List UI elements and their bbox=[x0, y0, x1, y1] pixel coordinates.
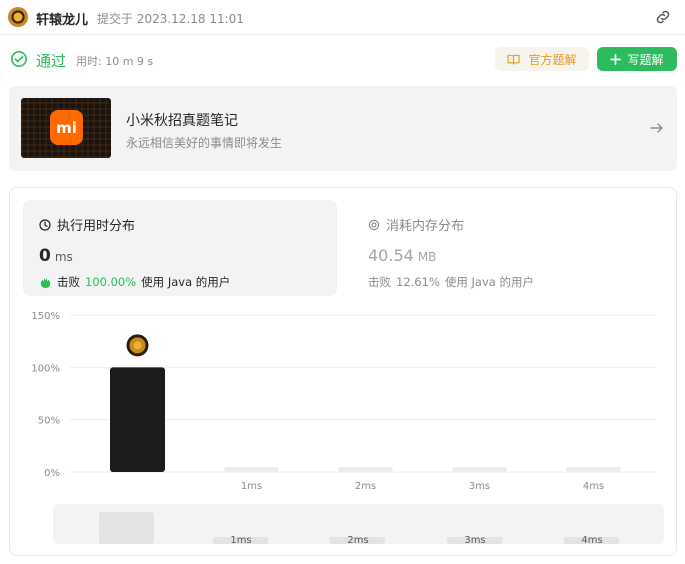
submission-header: 轩辕龙儿 提交于 2023.12.18 11:01 bbox=[0, 0, 685, 35]
navigator-label: 4ms bbox=[581, 535, 602, 546]
chart-bar bbox=[452, 467, 507, 472]
banner-title: 小米秋招真题笔记 bbox=[126, 113, 238, 129]
write-solution-button[interactable]: 写题解 bbox=[597, 47, 677, 71]
x-tick-label: 3ms bbox=[469, 481, 490, 492]
y-tick-label: 50% bbox=[38, 416, 60, 427]
chart-bar bbox=[566, 467, 621, 472]
duration-label: 用时: 10 m 9 s bbox=[76, 55, 154, 68]
avatar[interactable] bbox=[8, 7, 28, 27]
x-tick-label: 4ms bbox=[583, 481, 604, 492]
y-tick-label: 0% bbox=[44, 468, 60, 479]
navigator-label: 1ms bbox=[230, 535, 251, 546]
submission-time: 提交于 2023.12.18 11:01 bbox=[97, 12, 244, 26]
x-tick-label: 1ms bbox=[241, 481, 262, 492]
navigator-label: 2ms bbox=[347, 535, 368, 546]
chart-bar bbox=[338, 467, 393, 472]
verdict-label: 通过 bbox=[36, 52, 67, 70]
navigator-bar bbox=[99, 512, 154, 544]
y-tick-label: 100% bbox=[31, 363, 60, 374]
banner-image: mi bbox=[21, 98, 111, 158]
x-tick-label: 2ms bbox=[355, 481, 376, 492]
plus-icon bbox=[610, 53, 622, 65]
banner-subtitle: 永远相信美好的事情即将发生 bbox=[126, 136, 283, 150]
runtime-distribution-chart[interactable]: 0% 50% 100% 150% 1ms 2ms 3ms 4ms 1ms 2ms 3ms 4ms bbox=[10, 188, 678, 557]
y-tick-label: 150% bbox=[31, 311, 60, 322]
xiaomi-logo: mi bbox=[50, 110, 83, 145]
official-solution-label: 官方题解 bbox=[528, 52, 577, 67]
write-solution-label: 写题解 bbox=[627, 52, 664, 67]
user-avatar-core bbox=[133, 341, 142, 350]
status-row: 通过 用时: 10 m 9 s 官方题解 写题解 bbox=[0, 44, 685, 74]
distribution-panel: 执行用时分布 0 ms 击败 100.00% 使用 Java 的用户 消耗内存分布… bbox=[9, 187, 677, 556]
official-solution-button[interactable]: 官方题解 bbox=[495, 47, 589, 71]
check-circle-icon bbox=[10, 50, 28, 68]
link-icon[interactable] bbox=[653, 8, 673, 26]
study-plan-banner[interactable]: mi 小米秋招真题笔记 永远相信美好的事情即将发生 bbox=[9, 86, 677, 171]
navigator-label: 3ms bbox=[464, 535, 485, 546]
username[interactable]: 轩辕龙儿 bbox=[36, 9, 88, 28]
book-icon bbox=[507, 54, 521, 65]
chart-bar bbox=[110, 367, 165, 472]
chart-bar bbox=[224, 467, 279, 472]
arrow-right-icon[interactable] bbox=[649, 120, 665, 136]
